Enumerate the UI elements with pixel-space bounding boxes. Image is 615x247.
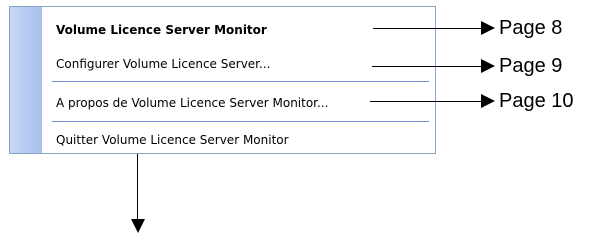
callout-page-9: Page 9 (499, 55, 563, 77)
callout-line-page-10 (370, 101, 481, 102)
arrow-right-icon (481, 59, 495, 73)
callout-line-quit (137, 154, 138, 220)
arrow-down-icon (131, 219, 145, 233)
callout-page-10: Page 10 (499, 90, 574, 112)
menu-separator (52, 81, 429, 82)
menu-item-configure[interactable]: Configurer Volume Licence Server... (56, 57, 270, 71)
callout-line-page-9 (372, 66, 481, 67)
arrow-right-icon (481, 94, 495, 108)
context-menu: Volume Licence Server Monitor Configurer… (9, 6, 436, 154)
menu-separator (52, 121, 429, 122)
menu-item-quit[interactable]: Quitter Volume Licence Server Monitor (56, 133, 289, 147)
arrow-right-icon (481, 21, 495, 35)
menu-item-about[interactable]: A propos de Volume Licence Server Monito… (56, 96, 328, 110)
menu-item-monitor[interactable]: Volume Licence Server Monitor (56, 23, 267, 37)
menu-icon-gutter (10, 7, 42, 153)
callout-line-page-8 (373, 28, 481, 29)
callout-page-8: Page 8 (499, 17, 563, 39)
